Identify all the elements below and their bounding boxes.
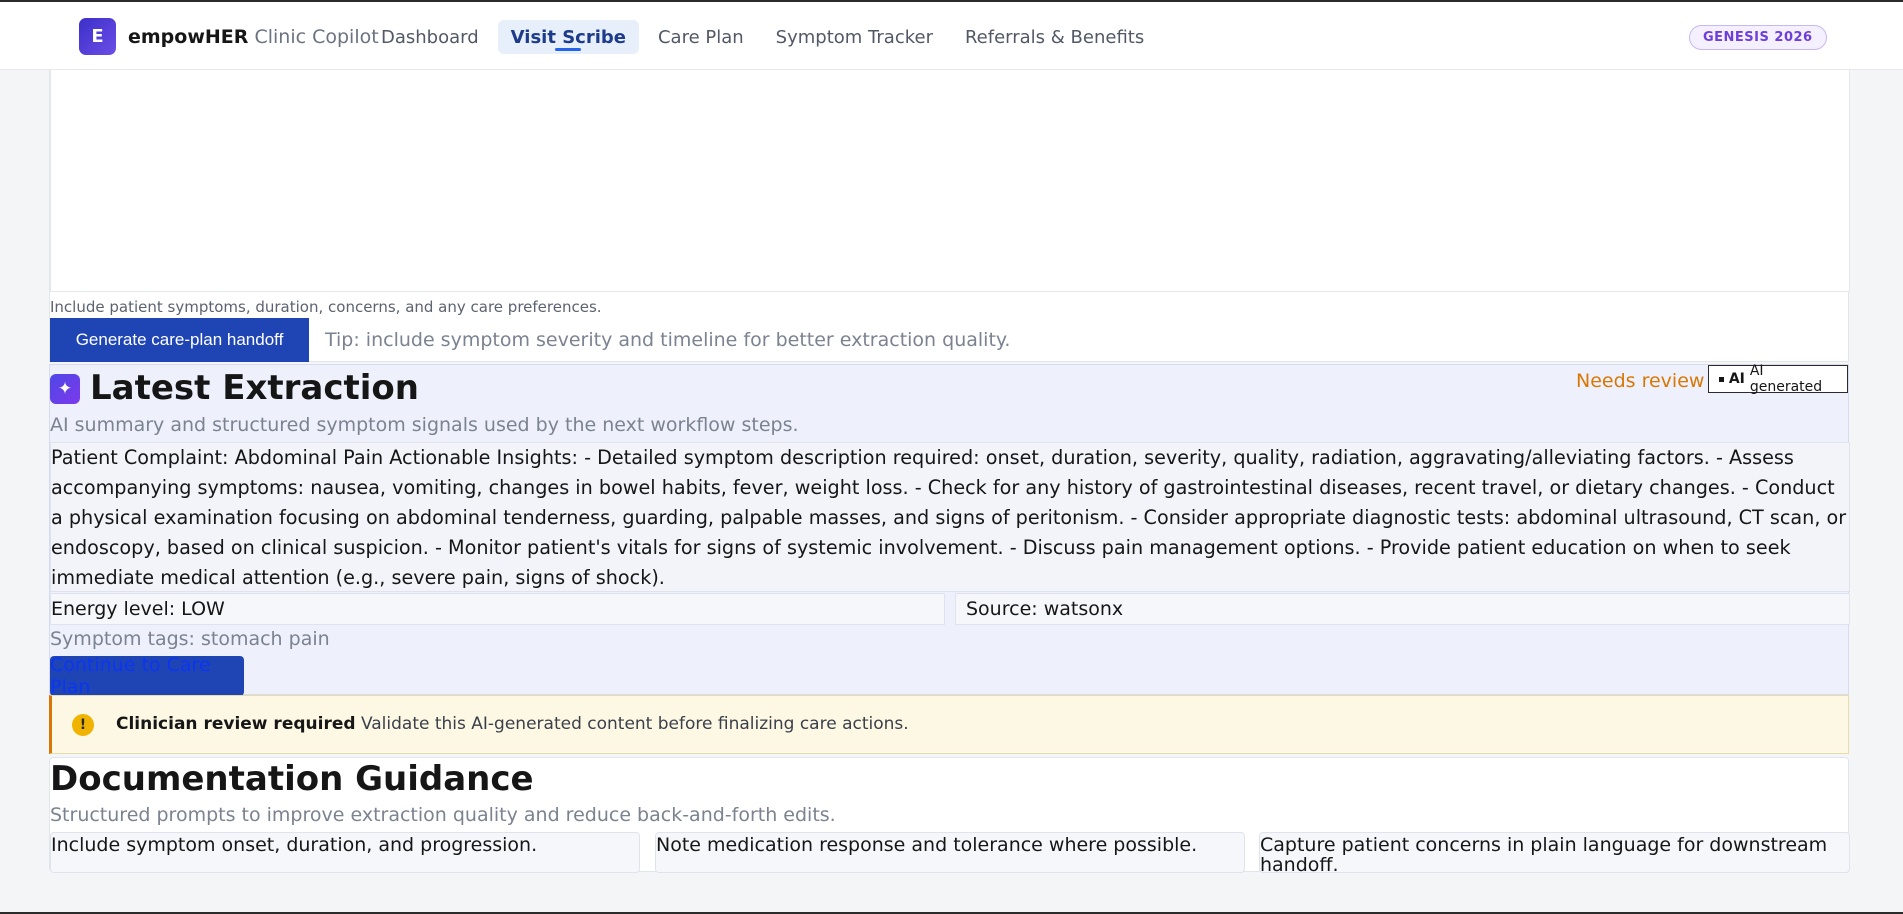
guidance-card: Include symptom onset, duration, and pro…: [50, 832, 640, 873]
tip-text: Tip: include symptom severity and timeli…: [325, 329, 1011, 351]
ai-summary-text: Patient Complaint: Abdominal Pain Action…: [50, 442, 1850, 592]
nav-visit-scribe[interactable]: Visit Scribe: [497, 20, 639, 54]
ai-tag-label: AI generated: [1749, 363, 1823, 395]
visit-notes-textarea[interactable]: [50, 70, 1850, 292]
alert-message: Validate this AI-generated content befor…: [360, 714, 909, 734]
visit-notes-card: Include patient symptoms, duration, conc…: [49, 70, 1850, 362]
guidance-subtitle: Structured prompts to improve extraction…: [50, 804, 836, 826]
nav-referrals-benefits[interactable]: Referrals & Benefits: [952, 20, 1157, 54]
energy-level-field: Energy level: LOW: [50, 593, 945, 625]
event-badge: GENESIS 2026: [1689, 25, 1827, 50]
extraction-subtitle: AI summary and structured symptom signal…: [50, 414, 799, 436]
textarea-helper-text: Include patient symptoms, duration, conc…: [50, 298, 602, 316]
nav-dashboard[interactable]: Dashboard: [368, 20, 492, 54]
guidance-title: Documentation Guidance: [50, 759, 534, 799]
nav-symptom-tracker[interactable]: Symptom Tracker: [763, 20, 946, 54]
alert-text: Clinician review required Validate this …: [116, 714, 909, 734]
brand-name: empowHER: [128, 26, 249, 48]
guidance-card: Capture patient concerns in plain langua…: [1259, 832, 1850, 875]
nav-care-plan[interactable]: Care Plan: [645, 20, 757, 54]
source-field: Source: watsonx: [955, 593, 1850, 625]
clinician-review-alert: ! Clinician review required Validate thi…: [49, 695, 1849, 754]
documentation-guidance-panel: Documentation Guidance Structured prompt…: [49, 757, 1850, 875]
ai-tag-prefix: AI: [1728, 371, 1745, 387]
extraction-title: Latest Extraction: [90, 368, 419, 408]
generate-handoff-button[interactable]: Generate care-plan handoff: [50, 318, 309, 362]
guidance-card: Note medication response and tolerance w…: [655, 832, 1245, 873]
warning-icon: !: [72, 714, 94, 736]
main-nav: Dashboard Visit Scribe Care Plan Symptom…: [368, 20, 1163, 54]
alert-title: Clinician review required: [116, 714, 356, 734]
brand: empowHER Clinic Copilot: [128, 26, 379, 48]
ai-generated-tag: AI AI generated: [1708, 363, 1848, 395]
top-nav-bar: E empowHER Clinic Copilot Dashboard Visi…: [0, 2, 1903, 70]
sparkle-icon: ✦: [50, 374, 80, 404]
needs-review-status: Needs review: [1576, 370, 1705, 392]
continue-to-care-plan-button[interactable]: Continue to Care Plan: [50, 654, 244, 698]
app-logo[interactable]: E: [79, 18, 116, 55]
symptom-tags: Symptom tags: stomach pain: [50, 628, 330, 650]
tag-dot-icon: [1719, 376, 1724, 382]
latest-extraction-panel: ✦ Latest Extraction Needs review AI AI g…: [49, 363, 1850, 698]
brand-subtitle: Clinic Copilot: [254, 26, 379, 48]
